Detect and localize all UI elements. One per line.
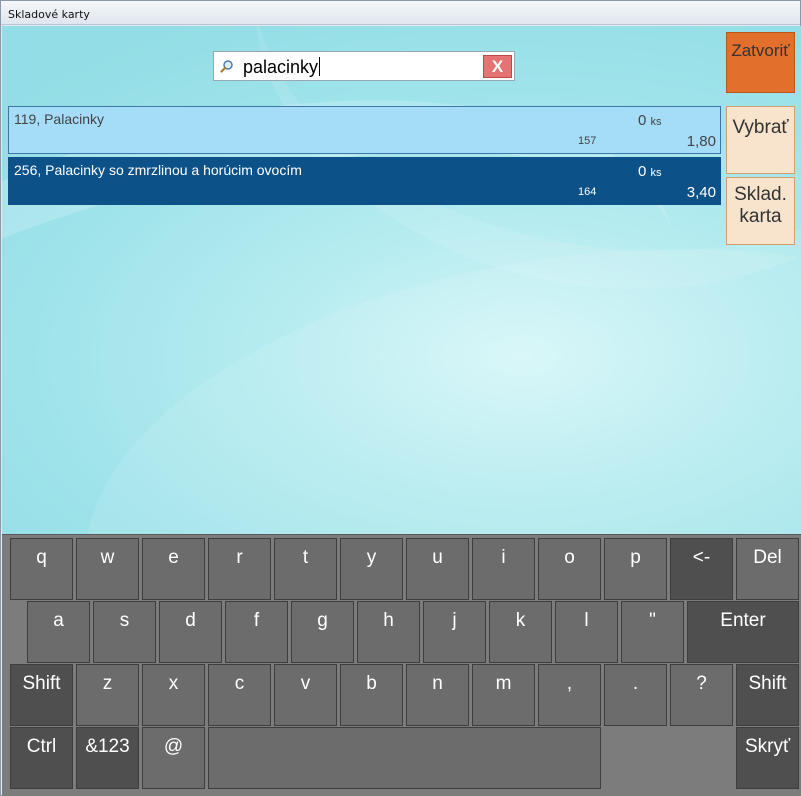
shift-key-right[interactable]: Shift xyxy=(736,664,799,726)
main-content: palacinky X 119, Palacinky 0 ks 157 1,80… xyxy=(2,26,801,534)
key-b[interactable]: b xyxy=(340,664,403,726)
item-code: 157 xyxy=(578,135,597,147)
item-quantity: 0 ks xyxy=(638,163,662,180)
numbers-key[interactable]: &123 xyxy=(76,727,139,789)
key-quote[interactable]: " xyxy=(621,601,684,663)
key-z[interactable]: z xyxy=(76,664,139,726)
stock-card-label-line1: Sklad. xyxy=(734,184,787,205)
space-key[interactable] xyxy=(208,727,601,789)
key-q[interactable]: q xyxy=(10,538,73,600)
key-s[interactable]: s xyxy=(93,601,156,663)
item-quantity: 0 ks xyxy=(638,112,662,129)
item-name: 256, Palacinky so zmrzlinou a horúcim ov… xyxy=(14,162,302,178)
item-price: 1,80 xyxy=(686,133,716,150)
list-item-selected[interactable]: 256, Palacinky so zmrzlinou a horúcim ov… xyxy=(8,157,721,205)
magnifier-icon xyxy=(220,60,233,73)
key-j[interactable]: j xyxy=(423,601,486,663)
shift-key-left[interactable]: Shift xyxy=(10,664,73,726)
delete-key[interactable]: Del xyxy=(736,538,799,600)
key-r[interactable]: r xyxy=(208,538,271,600)
search-field[interactable]: palacinky X xyxy=(213,51,515,81)
background-swoosh xyxy=(2,27,716,534)
key-d[interactable]: d xyxy=(159,601,222,663)
close-button[interactable]: Zatvoriť xyxy=(726,32,795,93)
background-swoosh xyxy=(52,188,801,534)
select-button[interactable]: Vybrať xyxy=(726,106,795,174)
key-n[interactable]: n xyxy=(406,664,469,726)
key-u[interactable]: u xyxy=(406,538,469,600)
key-comma[interactable]: , xyxy=(538,664,601,726)
key-c[interactable]: c xyxy=(208,664,271,726)
item-unit: ks xyxy=(650,116,662,128)
ctrl-key[interactable]: Ctrl xyxy=(10,727,73,789)
key-e[interactable]: e xyxy=(142,538,205,600)
key-a[interactable]: a xyxy=(27,601,90,663)
key-period[interactable]: . xyxy=(604,664,667,726)
skladove-karty-window: Skladové karty palacinky X 119, Palacink… xyxy=(0,0,801,796)
key-k[interactable]: k xyxy=(489,601,552,663)
search-input[interactable]: palacinky xyxy=(243,57,321,78)
stock-card-label-line2: karta xyxy=(739,206,782,227)
key-t[interactable]: t xyxy=(274,538,337,600)
key-question[interactable]: ? xyxy=(670,664,733,726)
on-screen-keyboard: q w e r t y u i o p <- Del a s d f g h j… xyxy=(2,534,801,796)
key-o[interactable]: o xyxy=(538,538,601,600)
item-code: 164 xyxy=(578,186,597,198)
enter-key[interactable]: Enter xyxy=(687,601,799,663)
item-unit: ks xyxy=(650,167,662,179)
text-caret xyxy=(319,57,321,76)
key-f[interactable]: f xyxy=(225,601,288,663)
stock-card-button[interactable]: Sklad. karta xyxy=(726,177,795,245)
list-item[interactable]: 119, Palacinky 0 ks 157 1,80 xyxy=(8,106,721,154)
key-h[interactable]: h xyxy=(357,601,420,663)
key-g[interactable]: g xyxy=(291,601,354,663)
backspace-key[interactable]: <- xyxy=(670,538,733,600)
window-title: Skladové karty xyxy=(1,1,800,25)
key-y[interactable]: y xyxy=(340,538,403,600)
search-value: palacinky xyxy=(243,57,319,77)
item-price: 3,40 xyxy=(686,184,716,201)
item-name: 119, Palacinky xyxy=(14,111,105,127)
key-p[interactable]: p xyxy=(604,538,667,600)
key-l[interactable]: l xyxy=(555,601,618,663)
key-at[interactable]: @ xyxy=(142,727,205,789)
key-i[interactable]: i xyxy=(472,538,535,600)
key-x[interactable]: x xyxy=(142,664,205,726)
key-w[interactable]: w xyxy=(76,538,139,600)
hide-keyboard-key[interactable]: Skryť xyxy=(736,727,799,789)
key-v[interactable]: v xyxy=(274,664,337,726)
key-m[interactable]: m xyxy=(472,664,535,726)
clear-search-button[interactable]: X xyxy=(483,55,512,78)
